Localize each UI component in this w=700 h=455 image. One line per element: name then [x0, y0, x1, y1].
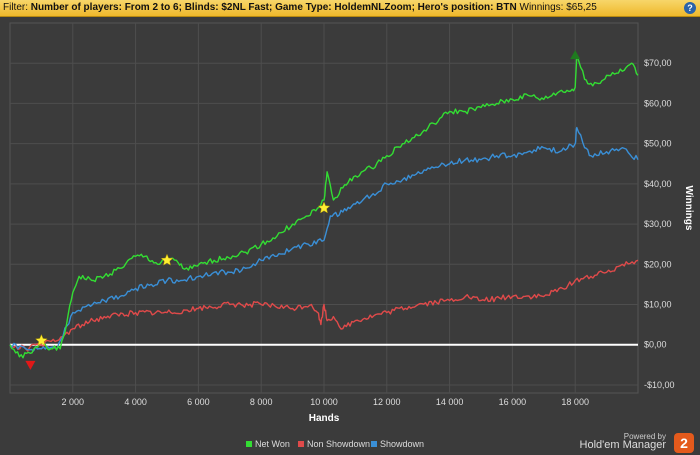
branding: Powered by Hold'em Manager	[579, 432, 666, 451]
x-tick-label: 6 000	[187, 397, 210, 407]
legend-swatch-showdown	[371, 441, 377, 447]
y-axis-label: Winnings	[683, 186, 694, 231]
y-tick-label: $30,00	[644, 219, 672, 229]
x-tick-label: 8 000	[250, 397, 273, 407]
x-tick-label: 12 000	[373, 397, 401, 407]
y-tick-label: $60,00	[644, 98, 672, 108]
winnings-graph: 2 000 4 000 6 000 8 000 10 000 12 000 14 000 16…	[9, 22, 694, 449]
x-tick-label: 16 000	[499, 397, 527, 407]
legend-label-non-showdown: Non Showdown	[307, 439, 370, 449]
hm2-logo: 2	[674, 433, 694, 453]
y-tick-label: $20,00	[644, 259, 672, 269]
x-axis-label: Hands	[309, 413, 340, 424]
x-tick-label: 10 000	[310, 397, 338, 407]
legend-swatch-net-won	[246, 441, 252, 447]
y-tick-label: -$10,00	[644, 380, 675, 390]
x-tick-label: 4 000	[124, 397, 147, 407]
y-tick-label: $50,00	[644, 139, 672, 149]
y-tick-label: $10,00	[644, 300, 672, 310]
x-tick-label: 14 000	[436, 397, 464, 407]
legend-label-showdown: Showdown	[380, 439, 424, 449]
legend-label-net-won: Net Won	[255, 439, 290, 449]
y-tick-label: $40,00	[644, 179, 672, 189]
filter-bar: Filter: Number of players: From 2 to 6; …	[0, 0, 700, 17]
x-tick-label: 2 000	[62, 397, 85, 407]
help-icon[interactable]: ?	[684, 2, 696, 14]
filter-criteria: Number of players: From 2 to 6; Blinds: …	[30, 2, 517, 13]
legend-swatch-non-showdown	[298, 441, 304, 447]
winnings-summary: Winnings: $65,25	[516, 2, 597, 13]
y-tick-label: $70,00	[644, 58, 672, 68]
y-tick-label: $0,00	[644, 340, 667, 350]
x-tick-label: 18 000	[561, 397, 589, 407]
product-name: Hold'em Manager	[579, 439, 666, 451]
filter-prefix: Filter:	[3, 2, 31, 13]
